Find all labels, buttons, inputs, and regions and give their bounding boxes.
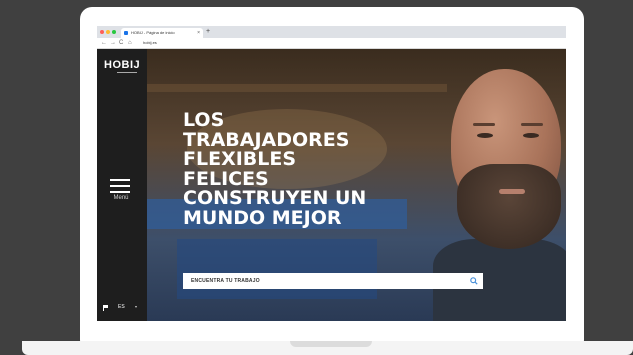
new-tab-icon[interactable]: + — [206, 27, 210, 37]
language-selector[interactable]: ES — [118, 304, 125, 310]
close-tab-icon[interactable]: × — [197, 28, 200, 38]
hero-banner: LOS TRABAJADORES FLEXIBLES FELICES CONST… — [147, 49, 566, 321]
job-search-input[interactable]: ENCUENTRA TU TRABAJO — [183, 273, 483, 289]
flag-icon — [103, 305, 108, 311]
search-icon[interactable] — [470, 277, 478, 285]
chevron-down-icon[interactable]: ▾ — [135, 304, 137, 309]
hero-headline: LOS TRABAJADORES FLEXIBLES FELICES CONST… — [183, 109, 367, 229]
hamburger-menu-icon[interactable] — [110, 179, 130, 193]
laptop-screen: HOBIJ - Página de inicio × + ← → C ⌂ hob… — [97, 26, 566, 321]
sidebar: HOBIJ Menú ES ▾ — [97, 49, 147, 321]
headline-line: LOS — [183, 109, 225, 131]
search-placeholder: ENCUENTRA TU TRABAJO — [191, 278, 260, 284]
headline-line: MUNDO MEJOR — [183, 206, 342, 229]
minimize-window-icon[interactable] — [106, 30, 110, 34]
background-shelf — [177, 239, 377, 299]
browser-tab[interactable]: HOBIJ - Página de inicio × — [121, 28, 203, 38]
headline-line: FLEXIBLES — [183, 148, 297, 170]
back-icon[interactable]: ← — [101, 39, 107, 47]
browser-tab-bar: HOBIJ - Página de inicio × + — [97, 26, 566, 38]
web-page: HOBIJ Menú ES ▾ LOS TRABAJADORES FLEXIBL… — [97, 49, 566, 321]
home-icon[interactable]: ⌂ — [128, 39, 132, 47]
site-logo[interactable]: HOBIJ — [104, 59, 140, 71]
laptop-base — [22, 341, 633, 355]
address-bar: ← → C ⌂ hobij.es — [97, 38, 566, 49]
url-field[interactable]: hobij.es — [143, 40, 157, 46]
menu-label[interactable]: Menú — [109, 195, 133, 201]
headline-line: CONSTRUYEN UN — [183, 187, 367, 209]
logo-underline — [117, 72, 137, 73]
forward-icon[interactable]: → — [110, 39, 116, 47]
reload-icon[interactable]: C — [119, 39, 123, 47]
favicon-icon — [124, 31, 128, 35]
tab-title: HOBIJ - Página de inicio — [131, 30, 175, 35]
close-window-icon[interactable] — [100, 30, 104, 34]
laptop-notch — [290, 341, 372, 347]
maximize-window-icon[interactable] — [112, 30, 116, 34]
background-shelf — [147, 84, 447, 92]
